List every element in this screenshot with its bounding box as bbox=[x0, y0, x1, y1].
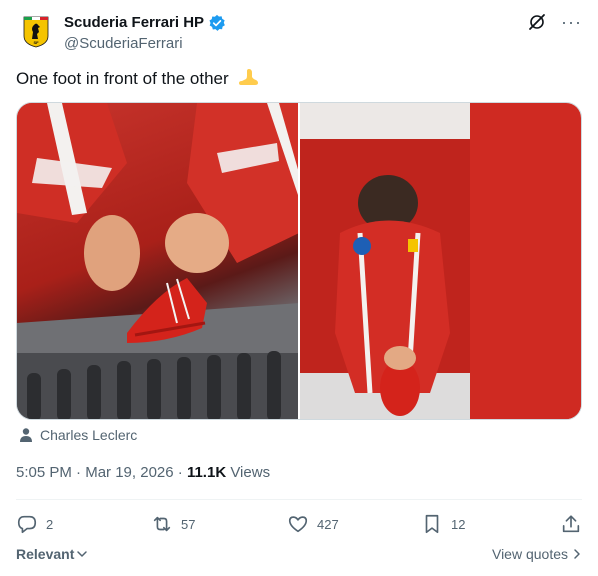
svg-text:SF: SF bbox=[33, 40, 39, 45]
ferrari-logo-icon: SF bbox=[23, 16, 49, 48]
repost-icon bbox=[153, 516, 171, 532]
verified-badge-icon[interactable] bbox=[208, 14, 226, 32]
sort-dropdown[interactable]: Relevant bbox=[16, 546, 88, 562]
tweet-date[interactable]: Mar 19, 2026 bbox=[85, 464, 173, 481]
bookmark-icon bbox=[425, 514, 439, 534]
divider bbox=[16, 499, 582, 500]
reply-icon bbox=[17, 515, 37, 534]
tweet-actions: 2 57 427 12 bbox=[16, 512, 582, 536]
like-button[interactable]: 427 bbox=[287, 513, 421, 535]
repost-button[interactable]: 57 bbox=[151, 513, 287, 535]
meta-separator: · bbox=[177, 464, 183, 481]
author-display-name[interactable]: Scuderia Ferrari HP bbox=[64, 13, 204, 33]
heart-icon bbox=[288, 516, 308, 533]
tweet-header: SF Scuderia Ferrari HP @ScuderiaFerrari … bbox=[16, 12, 582, 56]
bookmark-button[interactable]: 12 bbox=[421, 513, 555, 535]
media-photo-1[interactable] bbox=[17, 103, 298, 419]
avatar[interactable]: SF bbox=[16, 12, 56, 52]
sort-label: Relevant bbox=[16, 546, 75, 562]
tweet-meta: 5:05 PM · Mar 19, 2026 · 11.1K Views bbox=[16, 463, 270, 483]
bookmark-count: 12 bbox=[451, 516, 466, 532]
tweet-body: One foot in front of the other bbox=[16, 69, 229, 88]
meta-separator: · bbox=[76, 464, 82, 481]
author-handle[interactable]: @ScuderiaFerrari bbox=[64, 34, 226, 54]
replies-footer: Relevant View quotes bbox=[16, 546, 582, 566]
repost-count: 57 bbox=[181, 516, 196, 532]
view-quotes-link[interactable]: View quotes bbox=[492, 546, 582, 562]
tweet-time[interactable]: 5:05 PM bbox=[16, 464, 72, 481]
photo-1-illustration bbox=[17, 103, 298, 419]
media-photo-2[interactable] bbox=[300, 103, 581, 419]
foot-emoji-icon bbox=[237, 67, 259, 93]
chevron-right-icon bbox=[574, 549, 580, 559]
share-button[interactable] bbox=[560, 513, 582, 535]
header-actions: ··· bbox=[527, 12, 582, 32]
reply-count: 2 bbox=[46, 516, 54, 532]
view-quotes-label: View quotes bbox=[491, 546, 568, 562]
more-options-icon[interactable]: ··· bbox=[561, 12, 582, 32]
views-label: Views bbox=[230, 464, 271, 481]
author-names: Scuderia Ferrari HP @ScuderiaFerrari bbox=[64, 13, 226, 54]
tagged-user-name: Charles Leclerc bbox=[40, 427, 138, 443]
grok-icon[interactable] bbox=[527, 12, 547, 32]
tweet-text: One foot in front of the other bbox=[16, 67, 259, 93]
tagged-user[interactable]: Charles Leclerc bbox=[18, 427, 137, 443]
photo-2-illustration bbox=[300, 103, 581, 419]
chevron-down-icon bbox=[77, 551, 88, 557]
reply-button[interactable]: 2 bbox=[16, 513, 151, 535]
views-count: 11.1K bbox=[186, 464, 227, 481]
share-icon bbox=[562, 515, 580, 533]
media-grid bbox=[16, 102, 582, 420]
person-icon bbox=[20, 428, 32, 442]
like-count: 427 bbox=[317, 516, 339, 532]
